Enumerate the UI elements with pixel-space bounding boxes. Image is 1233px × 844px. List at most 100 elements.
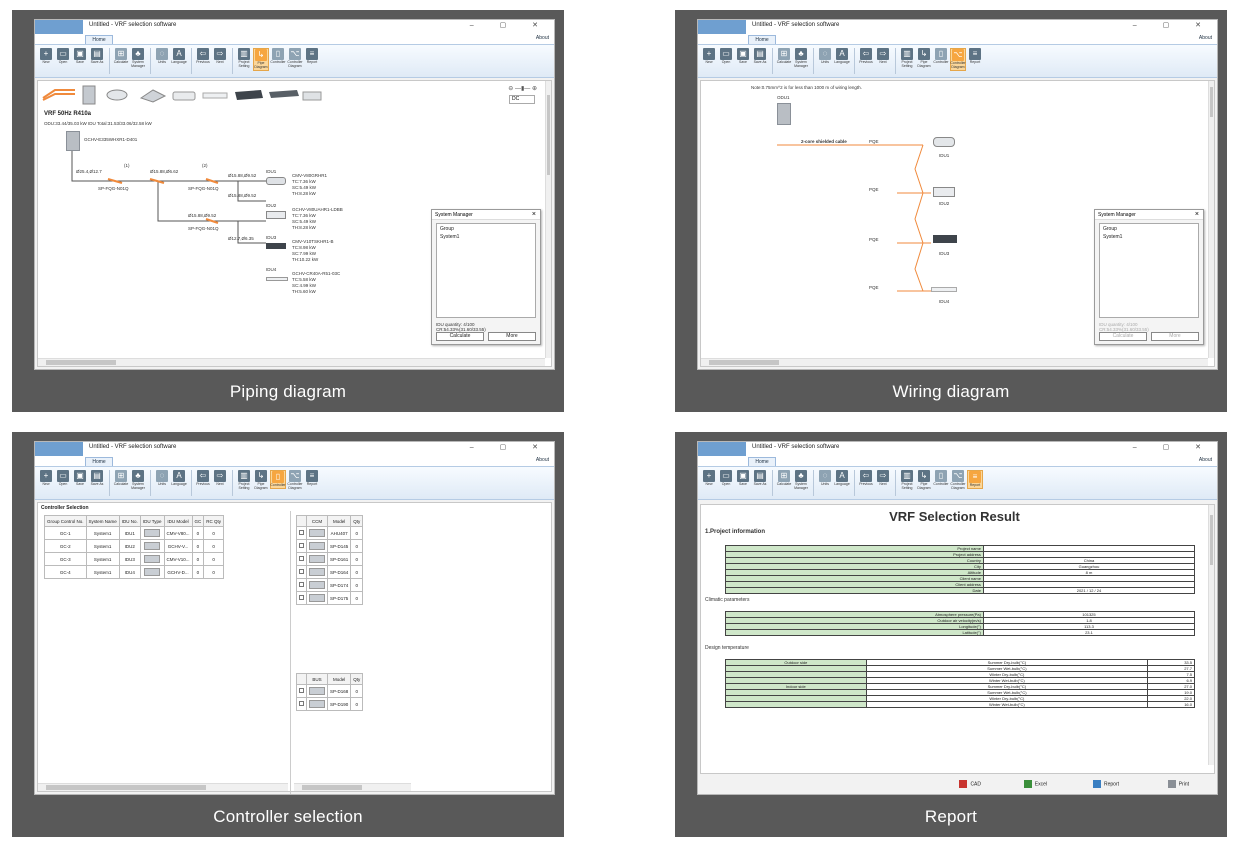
more-button[interactable]: More [1151, 332, 1199, 341]
ribbon-button[interactable]: ⇨ Next [875, 470, 891, 487]
qty-cell[interactable]: 0 [350, 684, 364, 698]
ribbon-button[interactable]: A Language [834, 48, 850, 65]
idu-icon[interactable] [933, 137, 955, 147]
ribbon-button[interactable]: ▣ Save [72, 48, 88, 65]
table-row[interactable]: GC-1 System1 IDU1 CMV-V80... 0 0 [44, 526, 225, 540]
ribbon-button[interactable]: ▯ Controller [933, 470, 949, 487]
checkbox-cell[interactable] [296, 684, 307, 698]
about-link[interactable]: About [536, 457, 549, 463]
column-header[interactable]: CCM [306, 515, 328, 527]
ribbon-button[interactable]: ♣ System Manager [793, 48, 809, 69]
ribbon-button[interactable]: + New [701, 470, 717, 487]
tab-home[interactable]: Home [748, 35, 776, 44]
checkbox-cell[interactable] [296, 697, 307, 711]
ribbon-button[interactable]: ↳ Pipe Diagram [253, 48, 269, 71]
cad-button[interactable]: CAD [959, 780, 981, 788]
table-row[interactable]: SP-D145 0 [296, 539, 364, 553]
table-row[interactable]: AHU407 0 [296, 526, 364, 540]
ribbon-button[interactable]: ▣ Save [735, 48, 751, 65]
ribbon-button[interactable]: ⊞ Calculate [776, 470, 792, 487]
window-controls[interactable]: – ▢ ✕ [470, 443, 550, 451]
checkbox-cell[interactable] [296, 591, 307, 605]
ribbon-button[interactable]: ⌥ Controller Diagram [950, 470, 966, 491]
ribbon-button[interactable]: ▤ Save As [89, 48, 105, 65]
tab-home[interactable]: Home [748, 457, 776, 466]
checkbox-cell[interactable] [296, 552, 307, 566]
checkbox[interactable] [299, 543, 304, 548]
horizontal-scrollbar[interactable] [294, 783, 411, 791]
column-header[interactable]: Group Control No. [44, 515, 87, 527]
ribbon-button[interactable]: ◌ Units [154, 48, 170, 65]
ribbon-button[interactable]: ♣ System Manager [130, 48, 146, 69]
ribbon-button[interactable]: ◌ Units [817, 48, 833, 65]
qty-cell[interactable]: 0 [350, 565, 364, 579]
wiring-diagram-canvas[interactable]: Note:0.75mm^2 is for less than 1000 m of… [700, 80, 1215, 367]
column-header[interactable]: IDU Type [139, 515, 165, 527]
vertical-scrollbar[interactable] [1208, 505, 1214, 765]
column-header[interactable]: RC Qty [203, 515, 225, 527]
vertical-scrollbar[interactable] [1208, 81, 1214, 358]
close-icon[interactable]: × [1195, 210, 1199, 220]
table-row[interactable]: SP-D175 0 [296, 591, 364, 605]
report-button[interactable]: Report [1092, 780, 1119, 788]
system-manager-dialog[interactable]: System Manager × Group System1 IDU quanti… [1094, 209, 1204, 345]
calculate-button[interactable]: Calculate [1099, 332, 1147, 341]
horizontal-scrollbar[interactable] [38, 783, 288, 791]
qty-cell[interactable]: 0 [350, 578, 364, 592]
ribbon-button[interactable]: ⇦ Previous [195, 470, 211, 487]
calculate-button[interactable]: Calculate [436, 332, 484, 341]
checkbox[interactable] [299, 701, 304, 706]
checkbox[interactable] [299, 595, 304, 600]
horizontal-scrollbar[interactable] [38, 358, 545, 366]
ribbon-button[interactable]: ▭ Open [55, 48, 71, 65]
ribbon-button[interactable]: ▣ Save [72, 470, 88, 487]
window-controls[interactable]: – ▢ ✕ [470, 21, 550, 29]
ribbon-button[interactable]: ⊞ Calculate [113, 470, 129, 487]
system-list[interactable]: Group System1 [1099, 223, 1199, 318]
ribbon-button[interactable]: ⇨ Next [212, 48, 228, 65]
ribbon-button[interactable]: ▯ Controller [270, 470, 286, 489]
ribbon-button[interactable]: ⇦ Previous [858, 470, 874, 487]
ribbon-button[interactable]: A Language [171, 48, 187, 65]
pipe-diagram-canvas[interactable]: ⊖ —▮— ⊕ DC VRF 50Hz R410a ODU:33.44/35.0… [37, 80, 552, 367]
system-item[interactable]: System1 [1103, 234, 1122, 240]
ribbon-button[interactable]: ≡ Report [967, 470, 983, 489]
ribbon-button[interactable]: ⇦ Previous [858, 48, 874, 65]
ribbon-button[interactable]: ▯ Controller [270, 48, 286, 65]
print-button[interactable]: Print [1167, 780, 1189, 788]
more-button[interactable]: More [488, 332, 536, 341]
system-manager-dialog[interactable]: System Manager × Group System1 IDU quanti… [431, 209, 541, 345]
column-header[interactable]: Model [326, 673, 352, 685]
ribbon-button[interactable]: ♣ System Manager [793, 470, 809, 491]
checkbox-cell[interactable] [296, 578, 307, 592]
ribbon-button[interactable]: A Language [834, 470, 850, 487]
system-item[interactable]: System1 [440, 234, 459, 240]
ribbon-button[interactable]: ♣ System Manager [130, 470, 146, 491]
ribbon-button[interactable]: ▤ Save As [752, 470, 768, 487]
qty-cell[interactable]: 0 [350, 591, 364, 605]
about-link[interactable]: About [1199, 35, 1212, 41]
qty-cell[interactable]: 0 [350, 697, 364, 711]
ribbon-button[interactable]: + New [38, 48, 54, 65]
table-row[interactable]: SP-D190 0 [296, 697, 364, 711]
checkbox[interactable] [299, 556, 304, 561]
ribbon-button[interactable]: ▥ Project Setting [236, 48, 252, 69]
ribbon-button[interactable]: ⌥ Controller Diagram [287, 470, 303, 491]
ribbon-button[interactable]: ▥ Project Setting [899, 48, 915, 69]
column-header[interactable]: GC [191, 515, 205, 527]
table-row[interactable]: GC-2 System1 IDU2 GCHV-V... 0 0 [44, 539, 225, 553]
ribbon-button[interactable]: ⊞ Calculate [776, 48, 792, 65]
ribbon-button[interactable]: ▭ Open [718, 470, 734, 487]
checkbox-cell[interactable] [296, 526, 307, 540]
excel-button[interactable]: Excel [1023, 780, 1047, 788]
tab-home[interactable]: Home [85, 457, 113, 466]
table-row[interactable]: SP-D161 0 [296, 552, 364, 566]
checkbox-cell[interactable] [296, 539, 307, 553]
about-link[interactable]: About [1199, 457, 1212, 463]
column-header[interactable] [296, 515, 307, 527]
column-header[interactable]: BUS [306, 673, 328, 685]
ribbon-button[interactable]: ▣ Save [735, 470, 751, 487]
zoom-slider[interactable]: ⊖ —▮— ⊕ [508, 85, 537, 92]
ribbon-button[interactable]: ▭ Open [55, 470, 71, 487]
ribbon-button[interactable]: ≡ Report [967, 48, 983, 65]
